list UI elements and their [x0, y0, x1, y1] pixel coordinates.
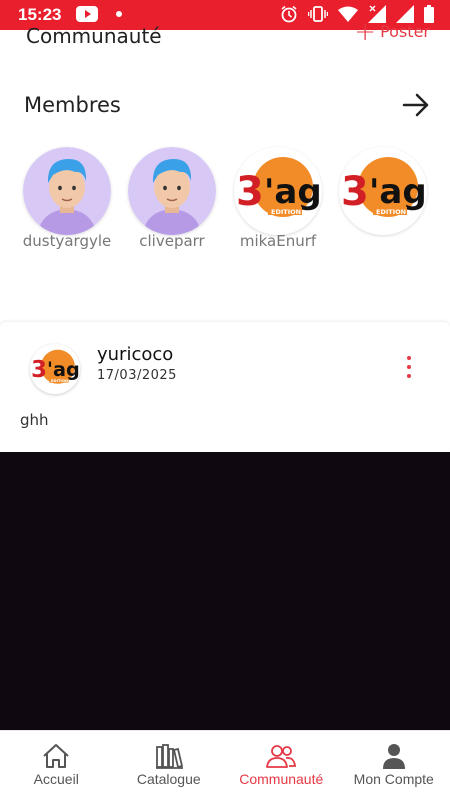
post-media[interactable]: [0, 452, 450, 730]
3ag-edition-logo: 3 'ag EDITION: [234, 147, 322, 235]
post-button[interactable]: + Poster: [354, 22, 430, 41]
members-title: Membres: [24, 93, 121, 117]
svg-text:3: 3: [31, 357, 47, 383]
status-time: 15:23: [18, 5, 61, 25]
svg-text:3: 3: [236, 169, 264, 215]
member-item[interactable]: 3 'ag EDITION mikaEnurf: [232, 147, 324, 250]
member-name: mikaEnurf: [232, 232, 324, 250]
member-name: dustyargyle: [21, 232, 113, 250]
youtube-icon: [76, 6, 98, 22]
3ag-edition-logo[interactable]: 3 'ag EDITION: [30, 344, 80, 394]
nav-label: Catalogue: [137, 771, 201, 787]
post-button-label: Poster: [380, 22, 430, 41]
member-item[interactable]: cliveparr: [126, 147, 218, 250]
person-avatar: [23, 147, 111, 235]
page-title: Communauté: [26, 24, 162, 48]
nav-label: Mon Compte: [354, 771, 434, 787]
member-item[interactable]: 3 'ag EDITION: [337, 147, 429, 232]
more-vertical-icon[interactable]: [402, 356, 416, 378]
3ag-edition-logo: 3 'ag EDITION: [339, 147, 427, 235]
member-item[interactable]: dustyargyle: [21, 147, 113, 250]
nav-item-communaute[interactable]: Communauté: [225, 731, 338, 801]
svg-text:EDITION: EDITION: [51, 379, 68, 383]
nav-item-catalogue[interactable]: Catalogue: [113, 731, 226, 801]
vibrate-icon: [308, 5, 328, 23]
signal-icon: [396, 5, 414, 23]
account-icon: [379, 743, 409, 769]
post-date: 17/03/2025: [97, 368, 177, 383]
nav-label: Communauté: [239, 771, 323, 787]
books-icon: [154, 743, 184, 769]
bottom-nav: Accueil Catalogue Communauté Mon Compte: [0, 730, 450, 801]
nav-label: Accueil: [34, 771, 79, 787]
plus-icon: +: [354, 23, 376, 41]
post-author[interactable]: yuricoco: [97, 344, 173, 365]
member-name: cliveparr: [126, 232, 218, 250]
arrow-right-icon[interactable]: [402, 92, 430, 118]
svg-text:EDITION: EDITION: [376, 208, 406, 216]
person-avatar: [128, 147, 216, 235]
nav-item-accueil[interactable]: Accueil: [0, 731, 113, 801]
post-text: ghh: [20, 411, 49, 429]
svg-text:3: 3: [341, 169, 369, 215]
svg-text:'ag: 'ag: [264, 172, 322, 212]
home-icon: [41, 743, 71, 769]
nav-item-mon-compte[interactable]: Mon Compte: [338, 731, 450, 801]
alarm-icon: [280, 5, 298, 23]
svg-text:'ag: 'ag: [369, 172, 427, 212]
svg-text:EDITION: EDITION: [271, 208, 301, 216]
community-icon: [266, 743, 296, 769]
dot-icon: [116, 11, 122, 17]
battery-icon: [424, 5, 434, 23]
svg-text:'ag: 'ag: [47, 358, 80, 381]
